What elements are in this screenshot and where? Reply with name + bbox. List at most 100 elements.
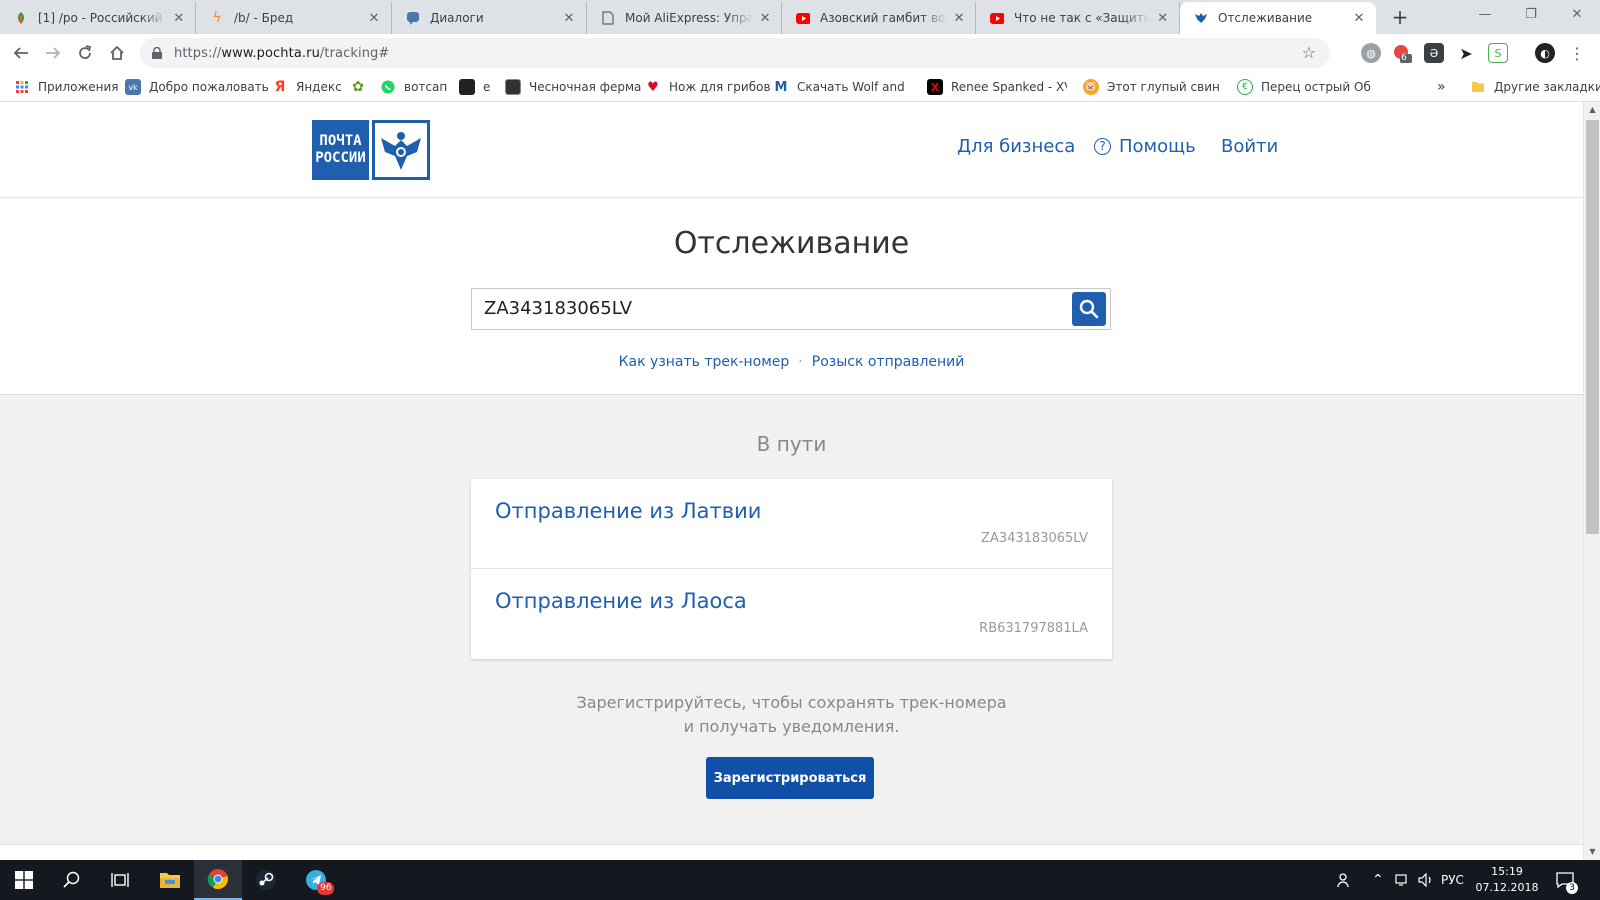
adblock-icon[interactable]: 6 [1392, 43, 1412, 63]
close-icon[interactable]: ✕ [367, 11, 381, 26]
tab-2[interactable]: ϟ /b/ - Бред ✕ [196, 2, 392, 34]
scroll-thumb[interactable] [1586, 120, 1599, 534]
back-button[interactable] [8, 40, 34, 66]
menu-kebab-icon[interactable]: ⋮ [1567, 43, 1587, 63]
browser-toolbar: https://www.pochta.ru/tracking# ☆ ◍ 6 Ә … [0, 34, 1600, 72]
apps-grid-icon [14, 79, 30, 95]
people-icon[interactable] [1337, 860, 1353, 900]
scroll-down-arrow-icon[interactable]: ▼ [1584, 844, 1600, 860]
reload-icon [79, 45, 92, 59]
profile-avatar[interactable]: ◐ [1535, 43, 1555, 63]
search-shipments-link[interactable]: Розыск отправлений [812, 354, 965, 370]
youtube-icon [796, 11, 810, 25]
shipment-item[interactable]: Отправление из Латвии ZA343183065LV [471, 479, 1112, 569]
bookmark-vk[interactable]: vk Добро пожаловать [125, 78, 269, 96]
tab-title: /b/ - Бред [234, 11, 294, 25]
windows-taskbar: 96 ⌃ РУС 15:19 07.12.2018 3 [0, 860, 1600, 900]
close-icon[interactable]: ✕ [1156, 11, 1169, 26]
bookmark-pig[interactable]: 🐷 Этот глупый свин не [1083, 78, 1219, 96]
bookmark-frog[interactable]: ✿ [350, 78, 374, 96]
tab-title: [1] /ро - Российский Кр [38, 11, 167, 25]
nav-business-link[interactable]: Для бизнеса [957, 136, 1075, 157]
bookmark-wolf[interactable]: M Скачать Wolf and Sp [773, 78, 909, 96]
shipment-number: ZA343183065LV [981, 531, 1088, 546]
star-icon[interactable]: ☆ [1302, 43, 1316, 62]
shipment-item[interactable]: Отправление из Лаоса RB631797881LA [471, 569, 1112, 659]
scroll-up-arrow-icon[interactable]: ▲ [1584, 102, 1600, 118]
close-icon[interactable]: ✕ [1352, 11, 1366, 26]
pig-icon: 🐷 [1083, 79, 1099, 95]
page-viewport: ПОЧТА РОССИИ Для бизнеса ? Помощь Войти [0, 102, 1583, 860]
nav-help-link[interactable]: ? Помощь [1094, 136, 1196, 157]
tab-1[interactable]: [1] /ро - Российский Кр ✕ [0, 2, 196, 34]
windows-logo-icon [15, 871, 33, 889]
tab-5[interactable]: Азовский гамбит войде ✕ [782, 2, 976, 34]
start-button[interactable] [0, 860, 48, 900]
volume-icon[interactable] [1418, 860, 1434, 900]
bookmark-e[interactable]: е [459, 78, 490, 96]
task-view-button[interactable] [96, 860, 144, 900]
minimize-button[interactable]: — [1462, 0, 1508, 30]
shipment-title: Отправление из Латвии [495, 499, 762, 523]
notifications-icon[interactable]: 3 [1556, 860, 1578, 900]
bookmark-garlic-farm[interactable]: Чесночная ферма [505, 78, 641, 96]
tab-4[interactable]: Мой AliExpress: Управле ✕ [587, 2, 782, 34]
how-to-find-track-link[interactable]: Как узнать трек-номер [619, 354, 790, 370]
taskbar-telegram[interactable]: 96 [292, 860, 340, 900]
bookmark-apps[interactable]: Приложения [14, 78, 119, 96]
tracking-number-input[interactable]: ZA343183065LV [471, 288, 1111, 330]
clock-date: 07.12.2018 [1475, 881, 1539, 894]
help-links: Как узнать трек-номер · Розыск отправлений [0, 354, 1583, 370]
new-tab-button[interactable]: + [1388, 6, 1412, 30]
tab-title: Мой AliExpress: Управле [625, 11, 754, 25]
address-bar[interactable]: https://www.pochta.ru/tracking# ☆ [140, 38, 1330, 68]
close-icon[interactable]: ✕ [173, 11, 185, 26]
search-button[interactable] [1072, 292, 1106, 326]
translate-extension-icon[interactable]: Ә [1424, 43, 1444, 63]
reload-button[interactable] [72, 40, 98, 66]
bookmark-mushroom-knife[interactable]: ♥ Нож для грибов [645, 78, 770, 96]
chrome-icon [207, 869, 228, 890]
x-icon: X [927, 79, 943, 95]
tab-6[interactable]: Что не так с «Защитник ✕ [976, 2, 1180, 34]
taskbar-steam[interactable] [242, 860, 290, 900]
taskbar-chrome[interactable] [194, 860, 242, 900]
close-icon[interactable]: ✕ [562, 11, 576, 26]
bookmark-pepper[interactable]: € Перец острый Обле [1237, 78, 1371, 96]
page-scrollbar[interactable]: ▲ ▼ [1583, 102, 1600, 860]
tracking-search-section: Отслеживание ZA343183065LV Как узнать тр… [0, 198, 1583, 395]
taskbar-explorer[interactable] [146, 860, 194, 900]
tab-active[interactable]: Отслеживание ✕ [1180, 2, 1376, 34]
bolt-icon: ϟ [212, 10, 222, 26]
forward-button[interactable] [40, 40, 66, 66]
tab-3[interactable]: Диалоги ✕ [392, 2, 587, 34]
search-icon [63, 871, 80, 888]
close-icon[interactable]: ✕ [953, 11, 965, 26]
bookmarks-bar: Приложения vk Добро пожаловать Я Яндекс … [0, 72, 1600, 102]
bookmark-renee[interactable]: X Renee Spanked - XVI [927, 78, 1067, 96]
bookmark-whatsapp[interactable]: вотсап [380, 78, 447, 96]
nav-login-link[interactable]: Войти [1221, 136, 1278, 157]
telegram-badge: 96 [317, 882, 335, 895]
globe-icon[interactable]: ◍ [1361, 43, 1381, 63]
chevron-up-icon[interactable]: ⌃ [1372, 860, 1384, 900]
fish-extension-icon[interactable]: ➤ [1456, 43, 1476, 63]
restore-button[interactable]: ❐ [1508, 0, 1554, 30]
close-window-button[interactable]: ✕ [1554, 0, 1600, 30]
taskbar-clock[interactable]: 15:19 07.12.2018 [1470, 864, 1544, 896]
bookmarks-overflow-chevron[interactable]: » [1437, 78, 1446, 96]
home-button[interactable] [104, 40, 130, 66]
bookmark-yandex[interactable]: Я Яндекс [272, 78, 342, 96]
other-bookmarks[interactable]: Другие закладки [1470, 78, 1600, 96]
register-button[interactable]: Зарегистрироваться [706, 757, 874, 799]
s-extension-icon[interactable]: S [1488, 43, 1508, 63]
language-indicator[interactable]: РУС [1441, 860, 1464, 900]
pochta-logo[interactable]: ПОЧТА РОССИИ [312, 120, 430, 180]
close-icon[interactable]: ✕ [759, 11, 771, 26]
taskbar-search-button[interactable] [48, 860, 96, 900]
network-icon[interactable] [1394, 860, 1410, 900]
register-prompt: Зарегистрируйтесь, чтобы сохранять трек-… [576, 693, 1007, 736]
shipment-title: Отправление из Лаоса [495, 589, 747, 613]
search-icon [1079, 299, 1099, 319]
vk-icon: vk [125, 79, 141, 95]
